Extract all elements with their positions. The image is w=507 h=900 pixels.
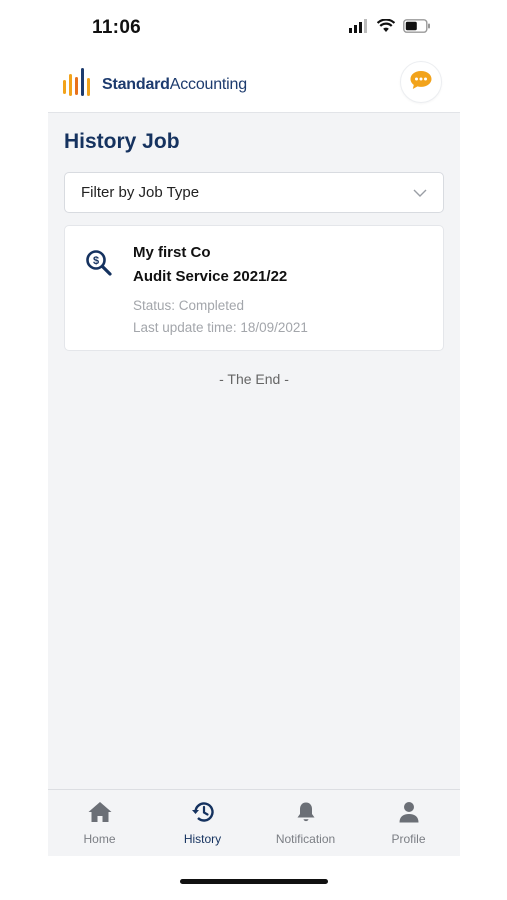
chat-bubble-icon — [409, 69, 433, 96]
job-last-update: Last update time: 18/09/2021 — [133, 320, 308, 335]
tab-profile[interactable]: Profile — [357, 790, 460, 856]
history-icon — [191, 801, 215, 828]
bell-icon — [295, 801, 317, 828]
battery-icon — [403, 19, 431, 38]
tab-history[interactable]: History — [151, 790, 254, 856]
brand-name-bold: Standard — [102, 75, 170, 93]
tab-home[interactable]: Home — [48, 790, 151, 856]
chat-button[interactable] — [400, 61, 442, 103]
chevron-down-icon — [413, 184, 427, 202]
end-of-list-label: - The End - — [219, 371, 289, 387]
dollar-search-icon: $ — [85, 249, 113, 282]
home-indicator — [180, 879, 328, 884]
status-time: 11:06 — [92, 17, 142, 38]
job-type-filter[interactable]: Filter by Job Type — [64, 172, 444, 213]
job-service: Audit Service 2021/22 — [133, 268, 288, 285]
brand-logo: StandardAccounting — [62, 66, 247, 103]
home-icon — [87, 801, 113, 828]
bar-chart-logo-icon — [62, 66, 92, 103]
app-frame: StandardAccounting History Job Filter by… — [48, 56, 460, 856]
app-header: StandardAccounting — [48, 56, 460, 113]
job-status: Status: Completed — [133, 298, 245, 313]
signal-icon — [349, 19, 369, 38]
brand-name: StandardAccounting — [102, 76, 247, 94]
wifi-icon — [376, 18, 396, 38]
filter-label: Filter by Job Type — [81, 184, 200, 201]
tab-profile-label: Profile — [391, 832, 426, 846]
tab-notification[interactable]: Notification — [254, 790, 357, 856]
bottom-tab-bar: Home History Notification Profile — [48, 789, 460, 856]
person-icon — [398, 801, 420, 828]
status-icons — [349, 18, 431, 38]
tab-history-label: History — [183, 832, 222, 846]
svg-text:$: $ — [93, 255, 99, 267]
job-card[interactable]: $ My first Co Audit Service 2021/22 Stat… — [64, 225, 444, 351]
tab-home-label: Home — [83, 832, 116, 846]
page-title: History Job — [64, 130, 180, 153]
job-company: My first Co — [133, 244, 211, 261]
tab-notification-label: Notification — [275, 832, 336, 846]
brand-name-regular: Accounting — [169, 75, 247, 93]
status-bar: 11:06 — [0, 0, 507, 56]
